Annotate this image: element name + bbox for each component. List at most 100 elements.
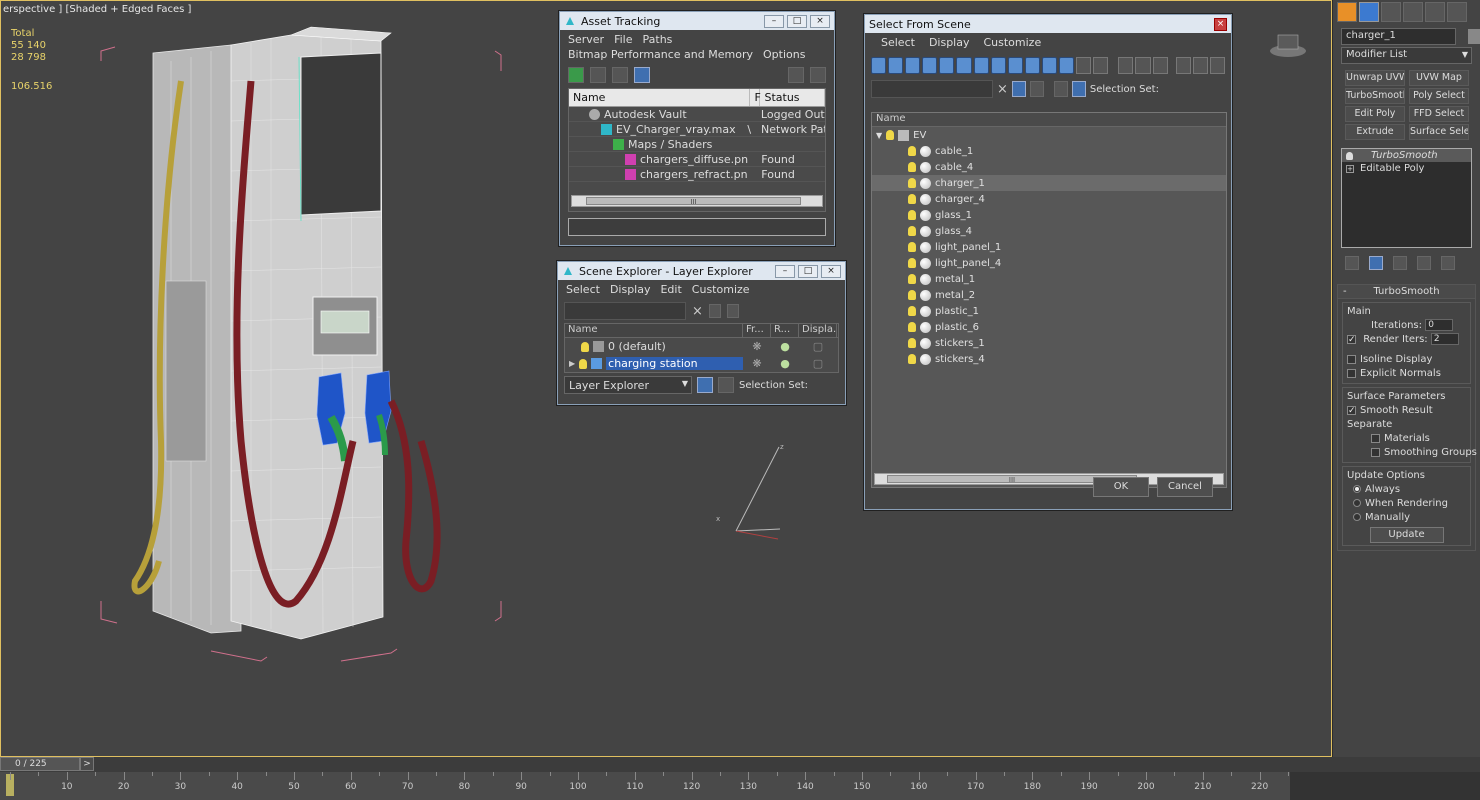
isoline-checkbox[interactable] xyxy=(1347,354,1356,364)
render-iters-checkbox[interactable] xyxy=(1347,333,1356,347)
lightbulb-icon[interactable] xyxy=(908,258,916,268)
expand-plus-icon[interactable]: + xyxy=(1346,164,1354,173)
layer-stack-icon[interactable] xyxy=(1053,81,1068,97)
list-item[interactable]: plastic_6 xyxy=(872,319,1226,335)
list-item[interactable]: plastic_1 xyxy=(872,303,1226,319)
viewcube-icon[interactable] xyxy=(1269,29,1307,59)
table-row[interactable]: chargers_diffuse.png Found xyxy=(569,152,825,167)
menu-server[interactable]: Server xyxy=(568,32,604,47)
make-unique-icon[interactable] xyxy=(1393,256,1407,270)
layers-icon[interactable] xyxy=(1029,81,1044,97)
lightbulb-icon[interactable] xyxy=(886,130,895,140)
list-item[interactable]: glass_1 xyxy=(872,207,1226,223)
lightbulb-icon[interactable] xyxy=(908,322,916,332)
display-xrefs-icon[interactable] xyxy=(990,56,1006,74)
select-none-icon[interactable] xyxy=(1152,56,1168,74)
when-rendering-radio[interactable] xyxy=(1353,499,1361,507)
col-name[interactable]: Name xyxy=(565,324,743,337)
hierarchy-icon[interactable] xyxy=(718,377,734,393)
refresh-icon[interactable] xyxy=(568,67,584,83)
menu-paths[interactable]: Paths xyxy=(643,32,673,47)
display-none-icon[interactable] xyxy=(1093,56,1109,74)
ev-charger-model[interactable] xyxy=(91,21,511,671)
list-item[interactable]: metal_1 xyxy=(872,271,1226,287)
lightbulb-icon[interactable] xyxy=(908,290,916,300)
configure-sets-icon[interactable] xyxy=(1441,256,1455,270)
search-input[interactable] xyxy=(871,80,993,98)
layers-icon[interactable] xyxy=(726,304,739,318)
hierarchy-icon[interactable] xyxy=(1071,81,1086,97)
list-item[interactable]: charger_4 xyxy=(872,191,1226,207)
materials-checkbox[interactable] xyxy=(1371,433,1380,443)
menu-edit[interactable]: Edit xyxy=(660,282,681,297)
find-filter-icon[interactable] xyxy=(1011,81,1026,97)
lightbulb-icon[interactable] xyxy=(908,210,916,220)
menu-customize[interactable]: Customize xyxy=(983,35,1041,50)
update-button[interactable]: Update xyxy=(1369,527,1444,543)
lightbulb-icon[interactable] xyxy=(1346,151,1353,160)
list-item[interactable]: charger_1 xyxy=(872,175,1226,191)
list-item[interactable]: cable_4 xyxy=(872,159,1226,175)
cancel-button[interactable]: Cancel xyxy=(1157,477,1213,497)
menu-display[interactable]: Display xyxy=(610,282,651,297)
col-name[interactable]: Name xyxy=(872,113,1226,127)
unwrap-uvw-button[interactable]: Unwrap UVW xyxy=(1345,70,1405,86)
lightbulb-icon[interactable] xyxy=(908,226,916,236)
maximize-button[interactable]: □ xyxy=(798,264,818,278)
display-shapes-icon[interactable] xyxy=(888,56,904,74)
scene-explorer-titlebar[interactable]: Scene Explorer - Layer Explorer – □ × xyxy=(558,262,845,280)
explorer-type-dropdown[interactable]: Layer Explorer ▼ xyxy=(564,376,692,394)
freeze-icon[interactable]: ❋ xyxy=(743,340,771,353)
close-button[interactable]: × xyxy=(1214,17,1227,31)
lightbulb-icon[interactable] xyxy=(908,194,916,204)
display-frozen-icon[interactable] xyxy=(1041,56,1058,74)
col-f[interactable]: F xyxy=(750,89,761,106)
display-helpers-icon[interactable] xyxy=(939,56,955,74)
display-all-icon[interactable] xyxy=(1076,56,1092,74)
time-slider[interactable]: 0 / 225 xyxy=(0,757,80,771)
table-row[interactable]: Autodesk Vault Logged Out ... xyxy=(569,107,825,122)
settings-icon[interactable] xyxy=(810,67,826,83)
close-button[interactable]: × xyxy=(821,264,841,278)
modifier-list-dropdown[interactable]: Modifier List ▼ xyxy=(1341,47,1472,64)
lightbulb-icon[interactable] xyxy=(908,354,916,364)
surface-select-button[interactable]: Surface Select xyxy=(1409,124,1469,140)
col-display[interactable]: Displa... xyxy=(799,324,837,337)
layer-explorer-icon[interactable] xyxy=(697,377,713,393)
horizontal-scrollbar[interactable]: III xyxy=(571,195,823,207)
list-item[interactable]: stickers_4 xyxy=(872,351,1226,367)
utilities-tab-icon[interactable] xyxy=(1447,2,1467,22)
list-item[interactable]: light_panel_1 xyxy=(872,239,1226,255)
lightbulb-icon[interactable] xyxy=(581,341,589,352)
edit-poly-button[interactable]: Edit Poly xyxy=(1345,106,1405,122)
track-bar[interactable]: 10 20 30 40 50 60 70 80 90 100 110 120 130 140 150 160 1… xyxy=(0,772,1290,800)
table-row[interactable]: EV_Charger_vray.max \ Network Path xyxy=(569,122,825,137)
filter-icon[interactable] xyxy=(708,304,721,318)
lightbulb-icon[interactable] xyxy=(908,162,916,172)
render-iters-spinner[interactable]: 2 xyxy=(1430,333,1459,345)
scrollbar-thumb[interactable]: III xyxy=(586,197,801,206)
col-status[interactable]: Status xyxy=(760,89,825,106)
rollout-header[interactable]: - TurboSmooth xyxy=(1338,285,1475,299)
viewport-label[interactable]: erspective ] [Shaded + Edged Faces ] xyxy=(3,4,191,15)
expand-arrow-icon[interactable]: ▶ xyxy=(569,359,575,368)
search-input[interactable] xyxy=(564,302,686,320)
menu-display[interactable]: Display xyxy=(929,35,970,50)
manually-radio[interactable] xyxy=(1353,513,1361,521)
explicit-normals-checkbox[interactable] xyxy=(1347,368,1356,378)
asset-tracking-titlebar[interactable]: Asset Tracking – □ × xyxy=(560,12,834,30)
display-lights-icon[interactable] xyxy=(905,56,921,74)
list-item[interactable]: light_panel_4 xyxy=(872,255,1226,271)
freeze-icon[interactable]: ❋ xyxy=(743,357,771,370)
display-hidden-icon[interactable] xyxy=(1059,56,1075,74)
lightbulb-icon[interactable] xyxy=(908,178,916,188)
minimize-button[interactable]: – xyxy=(775,264,795,278)
display-bones-icon[interactable] xyxy=(1007,56,1023,74)
select-all-icon[interactable] xyxy=(1135,56,1151,74)
list-item[interactable]: stickers_1 xyxy=(872,335,1226,351)
select-from-scene-titlebar[interactable]: Select From Scene × xyxy=(865,15,1231,33)
tree-root[interactable]: ▼ EV xyxy=(872,127,1226,143)
pin-stack-icon[interactable] xyxy=(1345,256,1359,270)
create-tab-icon[interactable] xyxy=(1337,2,1357,22)
show-end-result-icon[interactable] xyxy=(1369,256,1383,270)
